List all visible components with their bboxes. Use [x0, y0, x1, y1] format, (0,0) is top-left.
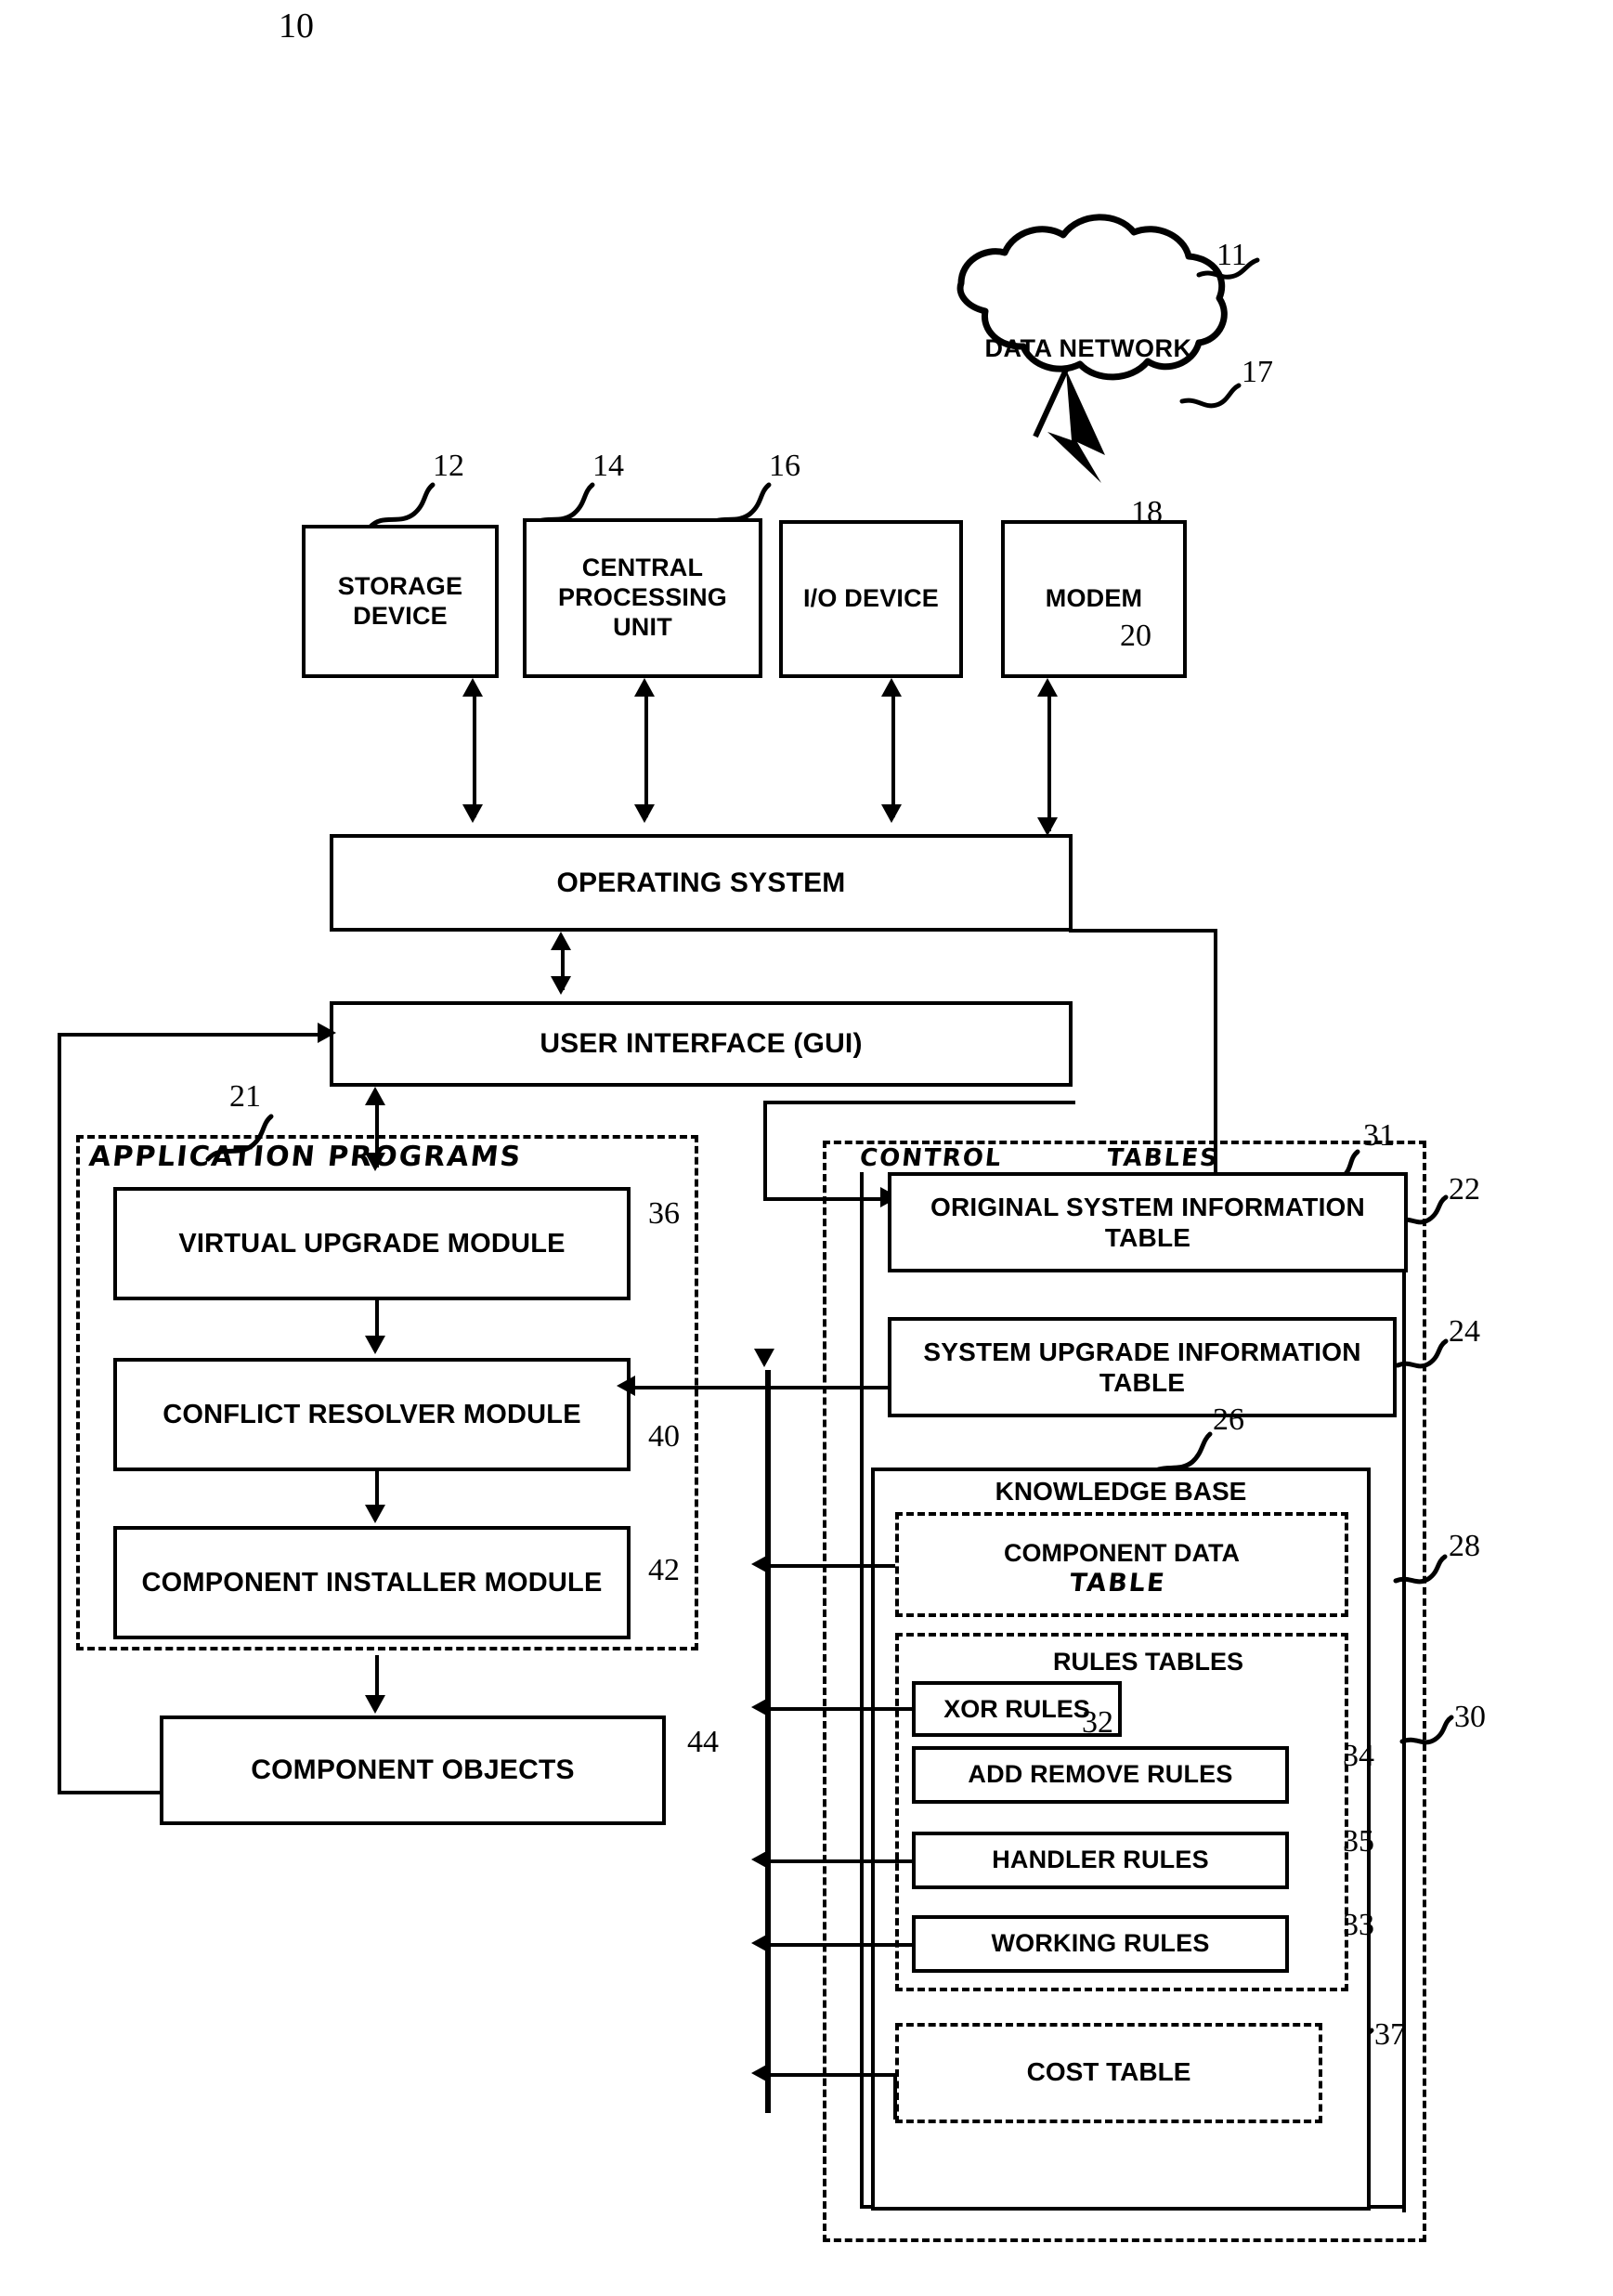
- rail-cost-table: [765, 2073, 897, 2077]
- bus-line-modem: [1047, 692, 1051, 831]
- arrowhead-down-io: [881, 804, 902, 823]
- ref-numeral-31: 31: [1363, 1118, 1395, 1153]
- knowledge-base-label: KNOWLEDGE BASE: [995, 1477, 1247, 1506]
- rail-cost-table-stub: [893, 2073, 897, 2120]
- arrowhead-right-feedback-gui: [318, 1023, 336, 1043]
- arrowhead-left-cost-table: [751, 2063, 770, 2083]
- os-right-tap: [1069, 929, 1217, 933]
- operating-system-box: OPERATING SYSTEM: [330, 834, 1073, 932]
- os-to-table-drop: [1214, 929, 1217, 1176]
- ref-numeral-42: 42: [648, 1553, 680, 1587]
- arrowhead-down-40-42: [365, 1505, 385, 1523]
- system-upgrade-information-table-box: SYSTEM UPGRADE INFORMATION TABLE: [888, 1317, 1397, 1417]
- ref-numeral-10: 10: [279, 7, 314, 46]
- storage-device-box: STORAGE DEVICE: [302, 525, 499, 678]
- ref-numeral-36: 36: [648, 1196, 680, 1231]
- tables-label: TABLES: [1105, 1144, 1221, 1172]
- arrowhead-up-io: [881, 678, 902, 697]
- table-output-bus: [765, 1370, 771, 2113]
- ref-numeral-22: 22: [1449, 1172, 1480, 1207]
- left-feedback-top: [58, 1033, 333, 1037]
- rail-xor-rules: [765, 1707, 914, 1711]
- ref-numeral-17: 17: [1242, 355, 1273, 389]
- control-tables-right-edge: [1402, 1172, 1406, 2212]
- component-installer-module-box: COMPONENT INSTALLER MODULE: [113, 1526, 631, 1639]
- bus-line-cpu: [644, 692, 648, 817]
- ref-numeral-32: 32: [1082, 1705, 1113, 1740]
- component-objects-box: COMPONENT OBJECTS: [160, 1715, 666, 1825]
- rail-handler-rules: [765, 1859, 914, 1863]
- patent-figure: 10 11 DATA NETWORK STORAGE DEVICE 12 CEN…: [0, 0, 1613, 2296]
- arrowhead-down-36-40: [365, 1336, 385, 1354]
- modem-box: MODEM: [1001, 520, 1187, 678]
- ref-numeral-28: 28: [1449, 1529, 1480, 1563]
- ref-numeral-35: 35: [1343, 1824, 1374, 1859]
- ref-numeral-40: 40: [648, 1419, 680, 1454]
- ref-numeral-33: 33: [1343, 1908, 1374, 1942]
- ref-numeral-44: 44: [687, 1725, 719, 1759]
- flow-42-44: [375, 1655, 379, 1699]
- arrowhead-left-handler-rules: [751, 1849, 770, 1870]
- arrowhead-left-working-rules: [751, 1933, 770, 1953]
- arrowhead-down-bus: [754, 1349, 774, 1367]
- arrowhead-down-modem: [1037, 817, 1058, 836]
- user-interface-box: USER INTERFACE (GUI): [330, 1001, 1073, 1087]
- left-feedback-rail: [58, 1033, 61, 1794]
- conflict-resolver-module-box: CONFLICT RESOLVER MODULE: [113, 1358, 631, 1471]
- arrowhead-up-storage: [462, 678, 483, 697]
- arrowhead-down-cpu: [634, 804, 655, 823]
- ref-numeral-26: 26: [1213, 1402, 1244, 1437]
- arrowhead-up-os-gui: [551, 932, 571, 950]
- arrowhead-down-os-gui: [551, 976, 571, 995]
- control-label: CONTROL: [858, 1144, 1004, 1172]
- rules-tables-label: RULES TABLES: [1053, 1647, 1244, 1676]
- application-programs-label: APPLICATION PROGRAMS: [87, 1141, 524, 1173]
- bus-line-io: [891, 692, 895, 817]
- working-rules-box: WORKING RULES: [912, 1915, 1289, 1973]
- ref-numeral-18: 18: [1131, 495, 1163, 529]
- component-data-table-label: COMPONENT DATA: [1004, 1538, 1240, 1567]
- central-processing-unit-box: CENTRAL PROCESSING UNIT: [523, 518, 762, 678]
- ref-numeral-20: 20: [1120, 619, 1151, 653]
- ref-numeral-11: 11: [1216, 238, 1247, 272]
- data-network-label: DATA NETWORK: [984, 333, 1192, 362]
- arrowhead-down-42-44: [365, 1695, 385, 1714]
- ref-numeral-21: 21: [229, 1079, 261, 1114]
- gui-bottom-rail: [763, 1101, 1075, 1104]
- arrowhead-up-modem: [1037, 678, 1058, 697]
- bus-line-storage: [473, 692, 476, 817]
- io-device-box: I/O DEVICE: [779, 520, 963, 678]
- original-system-information-table-box: ORIGINAL SYSTEM INFORMATION TABLE: [888, 1172, 1408, 1272]
- rail-component-data: [765, 1564, 895, 1568]
- bus-to-conflict-resolver: [631, 1386, 770, 1389]
- add-remove-rules-box: ADD REMOVE RULES: [912, 1746, 1289, 1804]
- ref-numeral-16: 16: [769, 449, 800, 483]
- ref-numeral-34: 34: [1343, 1739, 1374, 1773]
- arrowhead-down-storage: [462, 804, 483, 823]
- control-tables-left-dash: [823, 1141, 826, 2242]
- ref-numeral-37: 37: [1374, 2017, 1406, 2052]
- arrowhead-left-xor-rules: [751, 1697, 770, 1717]
- rail-working-rules: [765, 1943, 914, 1947]
- component-data-table-hand-label: TABLE: [1068, 1569, 1168, 1598]
- handler-rules-box: HANDLER RULES: [912, 1832, 1289, 1889]
- sysupgrade-to-bus: [765, 1386, 891, 1389]
- left-feedback-bottom: [58, 1791, 160, 1794]
- arrowhead-left-conflict-resolver: [617, 1376, 635, 1396]
- ref-numeral-24: 24: [1449, 1314, 1480, 1349]
- cost-table-label: COST TABLE: [1026, 2057, 1191, 2086]
- arrowhead-left-component-data: [751, 1554, 770, 1574]
- ref-numeral-30: 30: [1454, 1700, 1486, 1734]
- ref-numeral-14: 14: [592, 449, 624, 483]
- gui-rail-drop: [763, 1101, 767, 1201]
- arrowhead-up-cpu: [634, 678, 655, 697]
- ref-numeral-12: 12: [433, 449, 464, 483]
- arrowhead-up-gui-apps: [365, 1087, 385, 1105]
- virtual-upgrade-module-box: VIRTUAL UPGRADE MODULE: [113, 1187, 631, 1300]
